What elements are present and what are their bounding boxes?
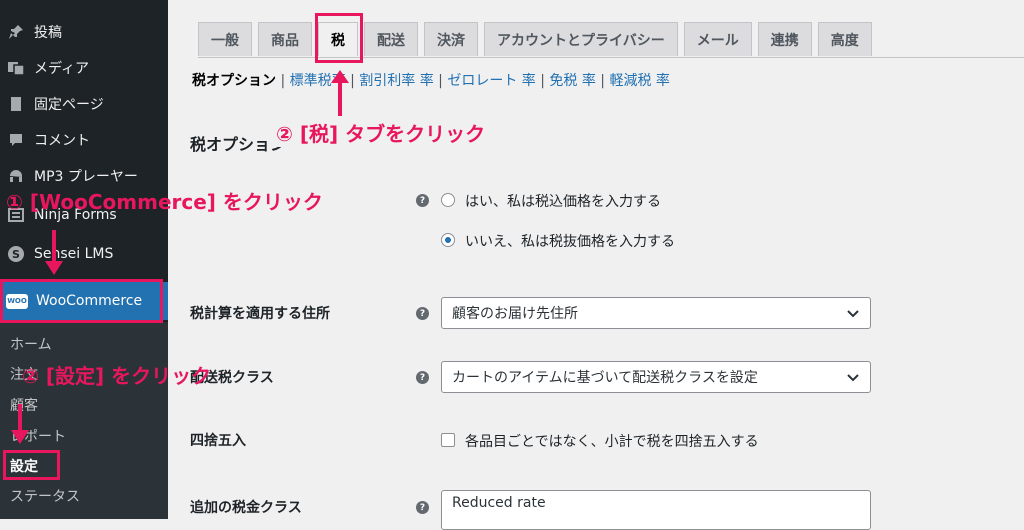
checkbox-label: 各品目ごとではなく、小計で税を四捨五入する bbox=[465, 434, 759, 450]
select-value: 顧客のお届け先住所 bbox=[452, 306, 578, 322]
tab-emails[interactable]: メール bbox=[683, 22, 752, 56]
sidebar-item-posts[interactable]: 投稿 bbox=[0, 14, 168, 50]
audio-icon bbox=[6, 166, 26, 186]
submenu-item-status[interactable]: ステータス bbox=[10, 486, 80, 506]
tab-accounts-privacy[interactable]: アカウントとプライバシー bbox=[484, 22, 678, 56]
annotation-settings-highlight bbox=[3, 450, 60, 480]
tab-general[interactable]: 一般 bbox=[198, 22, 252, 56]
chevron-down-icon bbox=[847, 374, 859, 382]
annotation-tax-tab-highlight bbox=[315, 13, 363, 63]
shipping-tax-class-select[interactable]: カートのアイテムに基づいて配送税クラスを設定 bbox=[441, 361, 871, 393]
sidebar-item-pages[interactable]: 固定ページ bbox=[0, 86, 168, 122]
annotation-step-woocommerce: ① [WooCommerce] をクリック bbox=[6, 190, 323, 214]
annotation-step-tax-tab: ② [税] タブをクリック bbox=[272, 118, 490, 147]
radio-prices-excl-tax[interactable] bbox=[441, 233, 455, 247]
select-value: カートのアイテムに基づいて配送税クラスを設定 bbox=[452, 370, 758, 386]
comment-icon bbox=[6, 130, 26, 150]
tab-integration[interactable]: 連携 bbox=[757, 22, 812, 56]
tab-payments[interactable]: 決済 bbox=[424, 22, 478, 56]
annotation-step-settings: ② [設定] をクリック bbox=[22, 364, 212, 388]
radio-prices-incl-tax[interactable] bbox=[441, 193, 455, 207]
tax-subsection-nav: 税オプション | 標準税率 | 割引利率 率 | ゼロレート 率 | 免税 率 … bbox=[192, 73, 670, 89]
settings-main: 一般 商品 税 配送 決済 アカウントとプライバシー メール 連携 高度 税オプ… bbox=[168, 0, 1024, 530]
tab-products[interactable]: 商品 bbox=[258, 22, 312, 56]
annotation-arrow-up-icon bbox=[331, 70, 349, 116]
subsection-reduced-rates[interactable]: 軽減税 率 bbox=[609, 73, 669, 89]
sidebar-item-label: MP3 プレーヤー bbox=[34, 169, 138, 185]
sidebar-item-label: 固定ページ bbox=[34, 97, 104, 113]
pin-icon bbox=[6, 22, 26, 42]
help-icon[interactable]: ? bbox=[416, 371, 429, 384]
subsection-discount-rates[interactable]: 割引利率 率 bbox=[359, 73, 433, 89]
radio-label: はい、私は税込価格を入力する bbox=[465, 194, 661, 210]
radio-label: いいえ、私は税抜価格を入力する bbox=[465, 234, 675, 250]
subsection-exempt-rates[interactable]: 免税 率 bbox=[549, 73, 595, 89]
page-icon bbox=[6, 94, 26, 114]
sidebar-item-label: 投稿 bbox=[34, 25, 62, 41]
annotation-woocommerce-highlight bbox=[0, 279, 163, 323]
chevron-down-icon bbox=[847, 310, 859, 318]
sidebar-item-label: コメント bbox=[34, 133, 90, 149]
field-label: 四捨五入 bbox=[190, 433, 246, 449]
svg-text:S: S bbox=[12, 248, 20, 261]
annotation-arrow-down-icon bbox=[11, 404, 29, 444]
rounding-checkbox[interactable] bbox=[441, 433, 455, 447]
settings-tabs: 一般 商品 税 配送 決済 アカウントとプライバシー メール 連携 高度 bbox=[198, 22, 878, 58]
sidebar-item-label: メディア bbox=[34, 61, 90, 77]
media-icon bbox=[6, 58, 26, 78]
subsection-tax-options[interactable]: 税オプション bbox=[192, 73, 276, 89]
submenu-item-home[interactable]: ホーム bbox=[10, 334, 52, 354]
sidebar-item-media[interactable]: メディア bbox=[0, 50, 168, 86]
tab-shipping[interactable]: 配送 bbox=[364, 22, 418, 56]
additional-tax-classes-textarea[interactable]: Reduced rate bbox=[441, 490, 871, 530]
tab-advanced[interactable]: 高度 bbox=[817, 22, 872, 56]
calc-address-select[interactable]: 顧客のお届け先住所 bbox=[441, 297, 871, 329]
sensei-icon: S bbox=[6, 244, 26, 264]
help-icon[interactable]: ? bbox=[416, 194, 429, 207]
help-icon[interactable]: ? bbox=[416, 307, 429, 320]
help-icon[interactable]: ? bbox=[416, 501, 429, 514]
subsection-zero-rates[interactable]: ゼロレート 率 bbox=[447, 73, 535, 89]
field-label: 税計算を適用する住所 bbox=[190, 306, 330, 322]
annotation-arrow-down-icon bbox=[45, 230, 63, 275]
sidebar-item-sensei-lms[interactable]: S Sensei LMS bbox=[0, 236, 168, 272]
field-label: 追加の税金クラス bbox=[190, 500, 302, 516]
sidebar-item-comments[interactable]: コメント bbox=[0, 122, 168, 158]
